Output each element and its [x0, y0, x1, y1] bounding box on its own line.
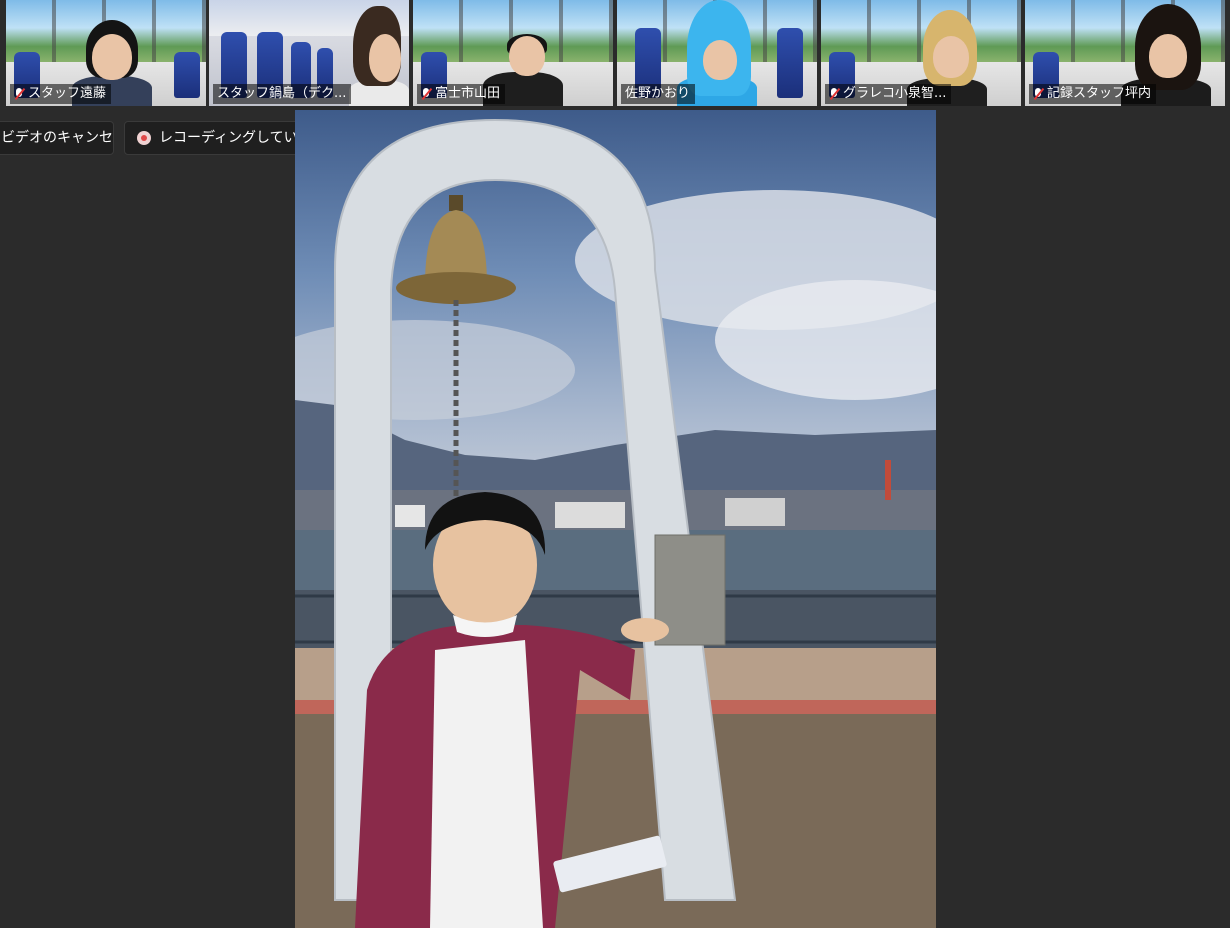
participant-name: 佐野かおり — [625, 86, 691, 101]
seat — [174, 52, 200, 98]
participant-tile[interactable]: グラレコ小泉智... — [821, 0, 1021, 106]
participant-name: 記録スタッフ坪内 — [1047, 86, 1152, 101]
participant-name-tag: グラレコ小泉智... — [825, 84, 952, 104]
participant-name: スタッフ鍋島（デク... — [217, 86, 347, 101]
cancel-video-button[interactable]: ビデオのキャンセル — [0, 121, 114, 155]
muted-mic-icon — [421, 87, 431, 101]
bell-monument-scene — [295, 118, 936, 928]
participant-tile[interactable]: 佐野かおり — [617, 0, 817, 106]
participant-name-tag: スタッフ鍋島（デク... — [213, 84, 352, 104]
participant-tile[interactable]: 富士市山田 — [413, 0, 613, 106]
seat — [777, 28, 803, 98]
participant-name: グラレコ小泉智... — [843, 86, 947, 101]
participant-tile[interactable]: スタッフ遠藤 — [6, 0, 206, 106]
participant-name-tag: スタッフ遠藤 — [10, 84, 112, 104]
muted-mic-icon — [14, 87, 24, 101]
participant-name: 富士市山田 — [435, 86, 501, 101]
recording-icon — [137, 131, 151, 145]
participant-tile[interactable]: スタッフ鍋島（デク... — [209, 0, 409, 106]
participant-name: スタッフ遠藤 — [28, 86, 107, 101]
participant-name-tag: 富士市山田 — [417, 84, 506, 104]
muted-mic-icon — [1033, 87, 1043, 101]
participant-name-tag: 記録スタッフ坪内 — [1029, 84, 1157, 104]
muted-mic-icon — [829, 87, 839, 101]
cancel-video-label: ビデオのキャンセル — [1, 130, 113, 146]
participant-name-tag: 佐野かおり — [621, 84, 696, 104]
main-video — [295, 110, 936, 928]
participant-tile[interactable]: 記録スタッフ坪内 — [1025, 0, 1225, 106]
participant-strip: スタッフ遠藤 スタッフ鍋島（デク... 富士市山田 佐野かおり グラレコ小泉智.… — [0, 0, 1230, 108]
